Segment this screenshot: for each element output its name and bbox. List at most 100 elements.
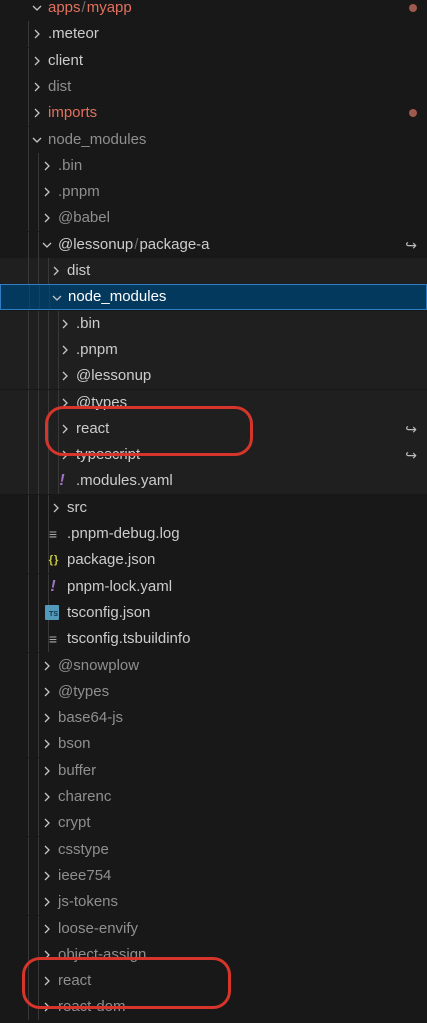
chevron-down-icon[interactable] bbox=[30, 127, 44, 153]
tree-row[interactable]: .bin bbox=[0, 310, 427, 337]
chevron-right-icon[interactable] bbox=[30, 48, 44, 74]
chevron-right-icon[interactable] bbox=[30, 100, 44, 126]
tree-row[interactable]: src bbox=[0, 494, 427, 521]
chevron-right-icon[interactable] bbox=[40, 679, 54, 705]
indent-guide bbox=[38, 994, 39, 1021]
tree-row[interactable]: crypt bbox=[0, 810, 427, 837]
chevron-down-icon[interactable] bbox=[30, 0, 44, 21]
tree-item-label: object-assign bbox=[58, 942, 146, 968]
indent-guide bbox=[38, 468, 39, 495]
chevron-right-icon[interactable] bbox=[40, 758, 54, 784]
label-text: .meteor bbox=[48, 25, 99, 43]
tree-row[interactable]: .meteor bbox=[0, 21, 427, 48]
tree-row[interactable]: ! pnpm-lock.yaml bbox=[0, 573, 427, 600]
tree-row[interactable]: .pnpm bbox=[0, 179, 427, 206]
tree-row[interactable]: ! .modules.yaml bbox=[0, 468, 427, 495]
chevron-right-icon[interactable] bbox=[40, 784, 54, 810]
tree-row[interactable]: @lessonup bbox=[0, 363, 427, 390]
tree-row[interactable]: @lessonup/package-a ↪ bbox=[0, 231, 427, 258]
chevron-right-icon[interactable] bbox=[40, 942, 54, 968]
tree-row[interactable]: @types bbox=[0, 678, 427, 705]
tree-item-label: .pnpm bbox=[58, 179, 100, 205]
tree-row[interactable]: loose-envify bbox=[0, 915, 427, 942]
tree-row[interactable]: ieee754 bbox=[0, 862, 427, 889]
chevron-right-icon[interactable] bbox=[40, 731, 54, 757]
chevron-right-icon[interactable] bbox=[58, 337, 72, 363]
tree-row[interactable]: TS tsconfig.json bbox=[0, 599, 427, 626]
indent-guide bbox=[28, 258, 29, 284]
label-text: pnpm-lock.yaml bbox=[67, 577, 173, 595]
tree-row[interactable]: node_modules bbox=[0, 126, 427, 153]
label-text: tsconfig.json bbox=[67, 603, 151, 621]
label-text: tsconfig.tsbuildinfo bbox=[67, 630, 191, 648]
label-text: .pnpm bbox=[58, 183, 100, 201]
tree-row[interactable]: imports bbox=[0, 100, 427, 127]
text-file-icon: ≡ bbox=[48, 631, 58, 648]
label-text: bson bbox=[58, 735, 91, 753]
chevron-right-icon[interactable] bbox=[30, 74, 44, 100]
tree-row[interactable]: react-dom bbox=[0, 994, 427, 1021]
tree-row[interactable]: .bin bbox=[0, 152, 427, 179]
tree-row[interactable]: js-tokens bbox=[0, 889, 427, 916]
indent-guide bbox=[38, 731, 39, 758]
tree-row[interactable]: @babel bbox=[0, 205, 427, 232]
chevron-right-icon[interactable] bbox=[40, 653, 54, 679]
tree-item-label: .bin bbox=[76, 311, 100, 337]
chevron-right-icon[interactable] bbox=[40, 179, 54, 205]
chevron-right-icon[interactable] bbox=[40, 916, 54, 942]
chevron-right-icon[interactable] bbox=[40, 863, 54, 889]
tree-row[interactable]: react ↪ bbox=[0, 415, 427, 442]
chevron-right-icon[interactable] bbox=[58, 363, 72, 389]
chevron-right-icon[interactable] bbox=[58, 442, 72, 468]
tree-row[interactable]: typescript ↪ bbox=[0, 442, 427, 469]
indent-guide bbox=[28, 336, 29, 363]
chevron-right-icon[interactable] bbox=[40, 889, 54, 915]
chevron-right-icon[interactable] bbox=[49, 495, 63, 521]
chevron-right-icon[interactable] bbox=[40, 205, 54, 231]
tree-row[interactable]: dist bbox=[0, 258, 427, 284]
tree-item-label: tsconfig.tsbuildinfo bbox=[67, 626, 190, 652]
tree-row[interactable]: @snowplow bbox=[0, 652, 427, 679]
tree-row[interactable]: .pnpm bbox=[0, 336, 427, 363]
chevron-down-icon[interactable] bbox=[40, 232, 54, 258]
tree-row[interactable]: buffer bbox=[0, 757, 427, 784]
tree-row[interactable]: react bbox=[0, 968, 427, 995]
indent-guide bbox=[48, 415, 49, 442]
chevron-right-icon[interactable] bbox=[58, 311, 72, 337]
chevron-right-icon[interactable] bbox=[58, 390, 72, 416]
tree-row[interactable]: { } package.json bbox=[0, 547, 427, 574]
tree-row[interactable]: apps/myapp bbox=[0, 0, 427, 21]
chevron-right-icon[interactable] bbox=[49, 258, 63, 284]
chevron-right-icon[interactable] bbox=[40, 994, 54, 1020]
label-text: .bin bbox=[76, 314, 101, 332]
chevron-right-icon[interactable] bbox=[40, 968, 54, 994]
modified-dot-icon bbox=[409, 4, 417, 12]
chevron-right-icon[interactable] bbox=[40, 837, 54, 863]
tree-row[interactable]: client bbox=[0, 47, 427, 74]
tree-row[interactable]: dist bbox=[0, 73, 427, 100]
tree-item-label: typescript bbox=[76, 442, 140, 468]
tree-row[interactable]: csstype bbox=[0, 836, 427, 863]
chevron-right-icon[interactable] bbox=[30, 21, 44, 47]
chevron-down-icon[interactable] bbox=[50, 285, 64, 311]
chevron-right-icon[interactable] bbox=[40, 810, 54, 836]
label-text: react bbox=[76, 419, 110, 437]
label-text: ieee754 bbox=[58, 866, 112, 884]
chevron-right-icon[interactable] bbox=[40, 153, 54, 179]
label-text: csstype bbox=[58, 840, 109, 858]
tree-row-selected[interactable]: node_modules bbox=[0, 284, 427, 311]
indent-guide bbox=[28, 231, 29, 258]
chevron-right-icon[interactable] bbox=[40, 705, 54, 731]
tree-row[interactable]: @types bbox=[0, 389, 427, 416]
tree-row[interactable]: bson bbox=[0, 731, 427, 758]
tree-row[interactable]: ≡ .pnpm-debug.log bbox=[0, 521, 427, 547]
label-text: @lessonup bbox=[76, 367, 152, 385]
tree-item-label: @snowplow bbox=[58, 653, 139, 679]
tree-row[interactable]: charenc bbox=[0, 784, 427, 810]
tree-item-label: .modules.yaml bbox=[76, 468, 173, 494]
label-text: src bbox=[67, 498, 87, 516]
tree-row[interactable]: ≡ tsconfig.tsbuildinfo bbox=[0, 626, 427, 653]
tree-row[interactable]: object-assign bbox=[0, 941, 427, 968]
tree-row[interactable]: base64-js bbox=[0, 705, 427, 732]
chevron-right-icon[interactable] bbox=[58, 416, 72, 442]
